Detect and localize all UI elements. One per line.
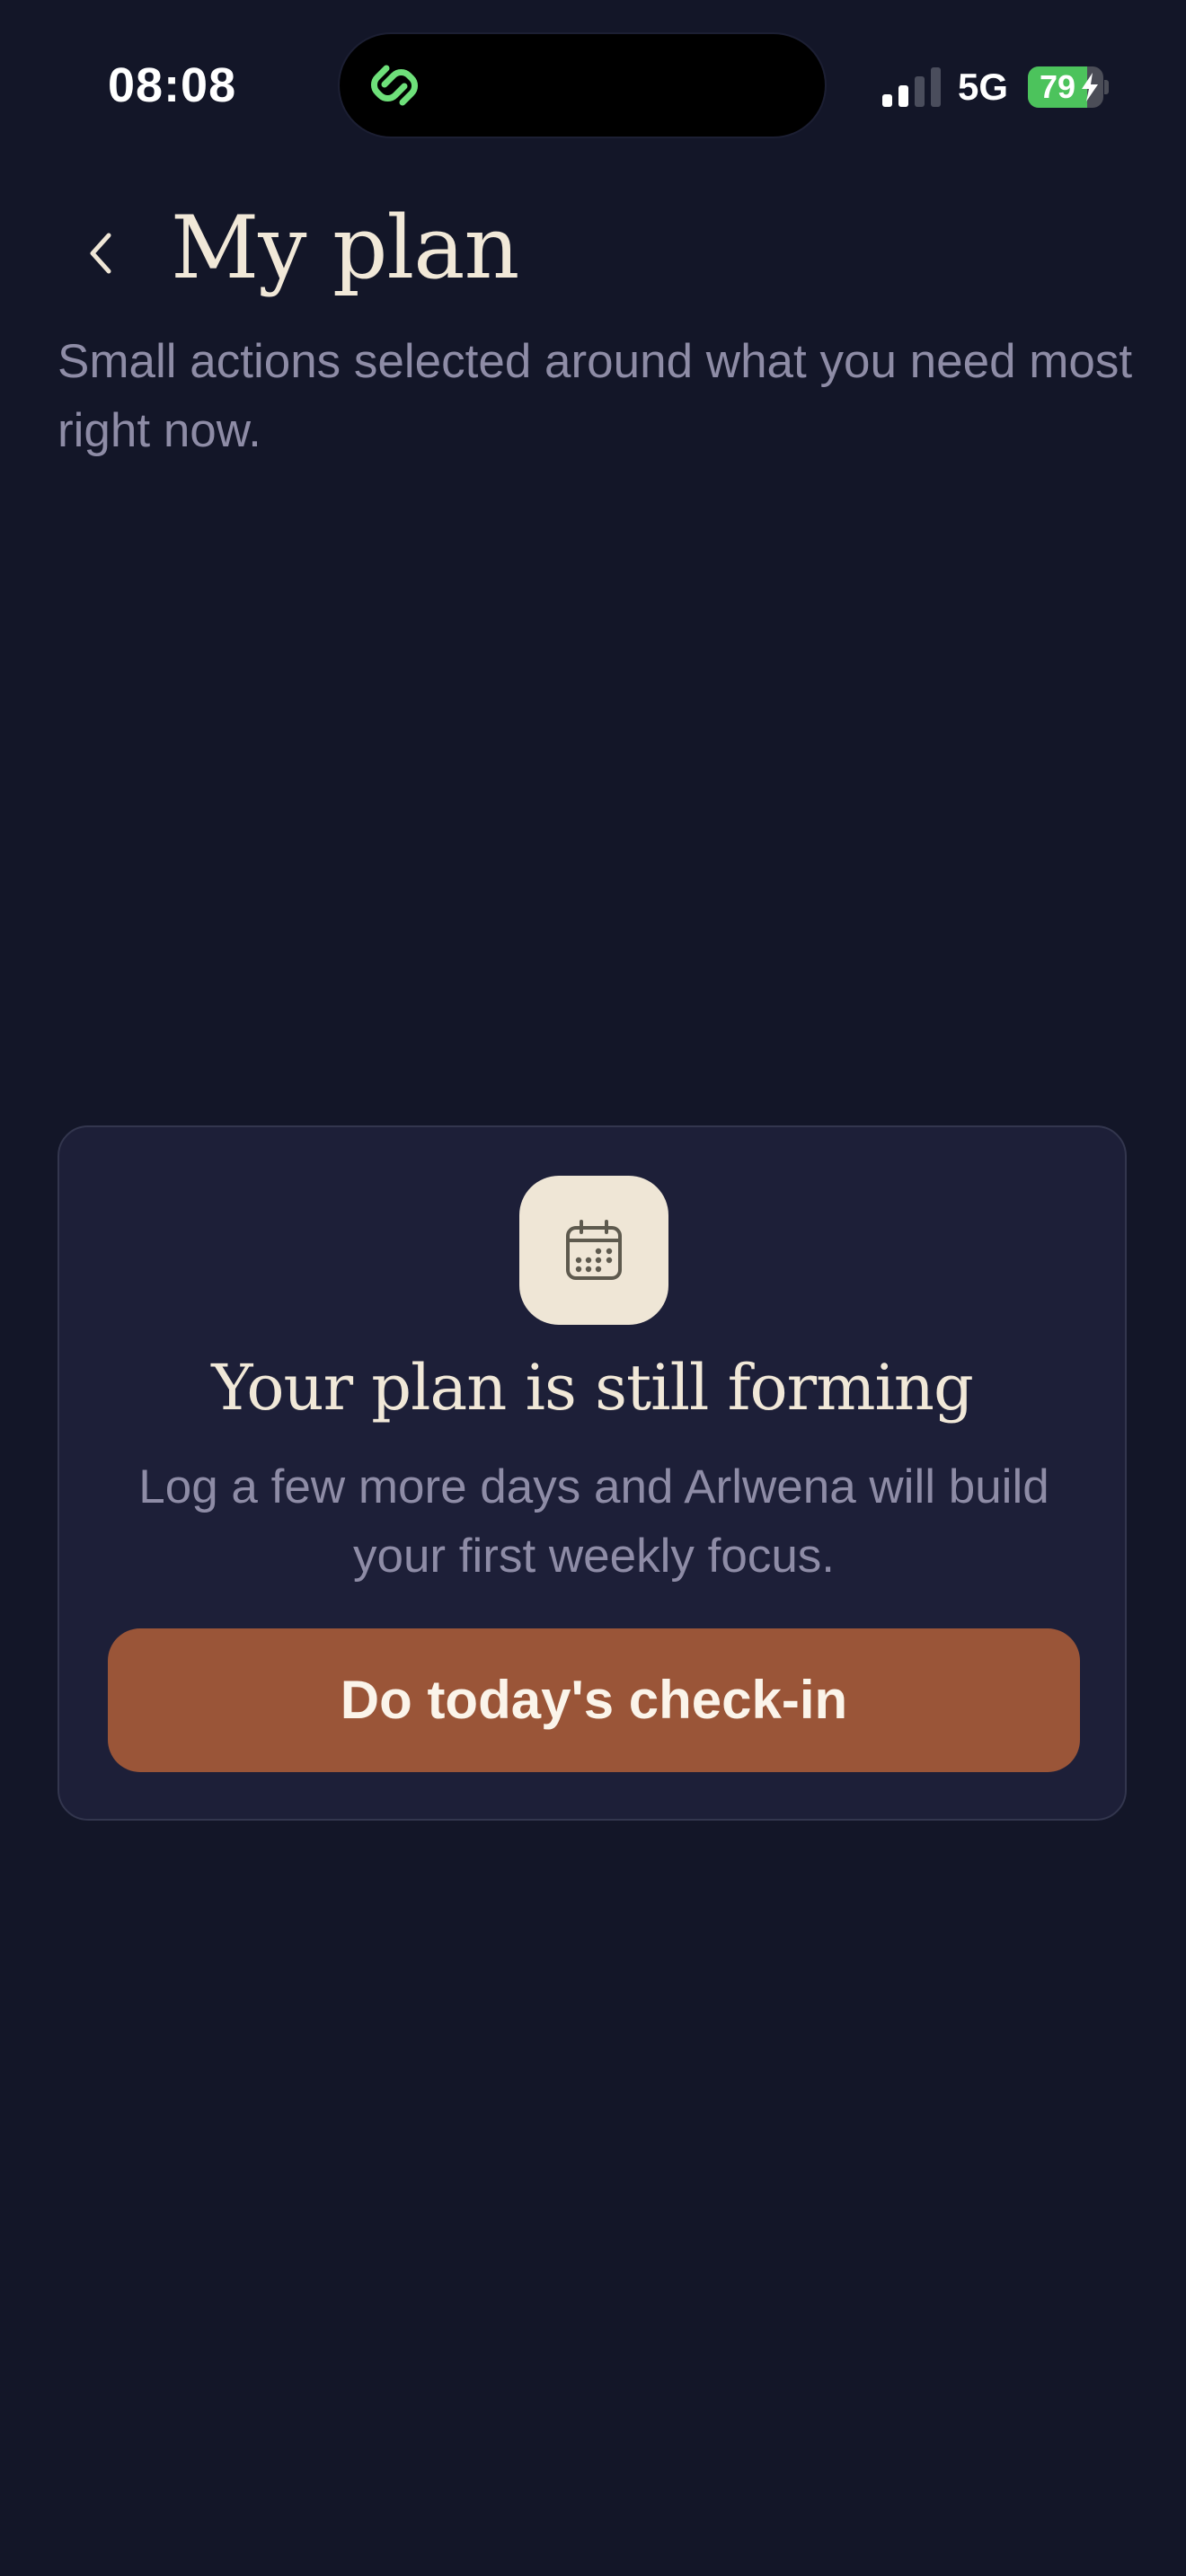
calendar-icon (566, 1220, 622, 1280)
back-button[interactable] (75, 221, 126, 286)
chevron-left-icon (90, 233, 111, 274)
empty-state-message: Log a few more days and Arlwena will bui… (138, 1460, 1049, 1583)
status-bar: 08:08 5G 79 (0, 0, 1186, 171)
network-type: 5G (957, 66, 1008, 108)
linked-rings-icon (371, 65, 418, 106)
do-todays-checkin-button[interactable]: Do today's check-in (108, 1628, 1080, 1772)
empty-state-title: Your plan is still forming (211, 1351, 974, 1425)
cellular-signal-icon (881, 67, 942, 107)
status-time: 08:08 (108, 58, 237, 112)
dynamic-island (340, 34, 825, 137)
charging-bolt-icon (1082, 73, 1098, 101)
page-subtitle: Small actions selected around what you n… (58, 335, 1133, 457)
battery-indicator: 79 (1028, 66, 1109, 108)
battery-level: 79 (1039, 68, 1076, 105)
plan-empty-state-card: Your plan is still forming Log a few mor… (58, 1125, 1127, 1821)
calendar-badge (519, 1176, 668, 1325)
page-title: My plan (171, 198, 519, 298)
status-indicators: 5G 79 (881, 63, 1109, 111)
